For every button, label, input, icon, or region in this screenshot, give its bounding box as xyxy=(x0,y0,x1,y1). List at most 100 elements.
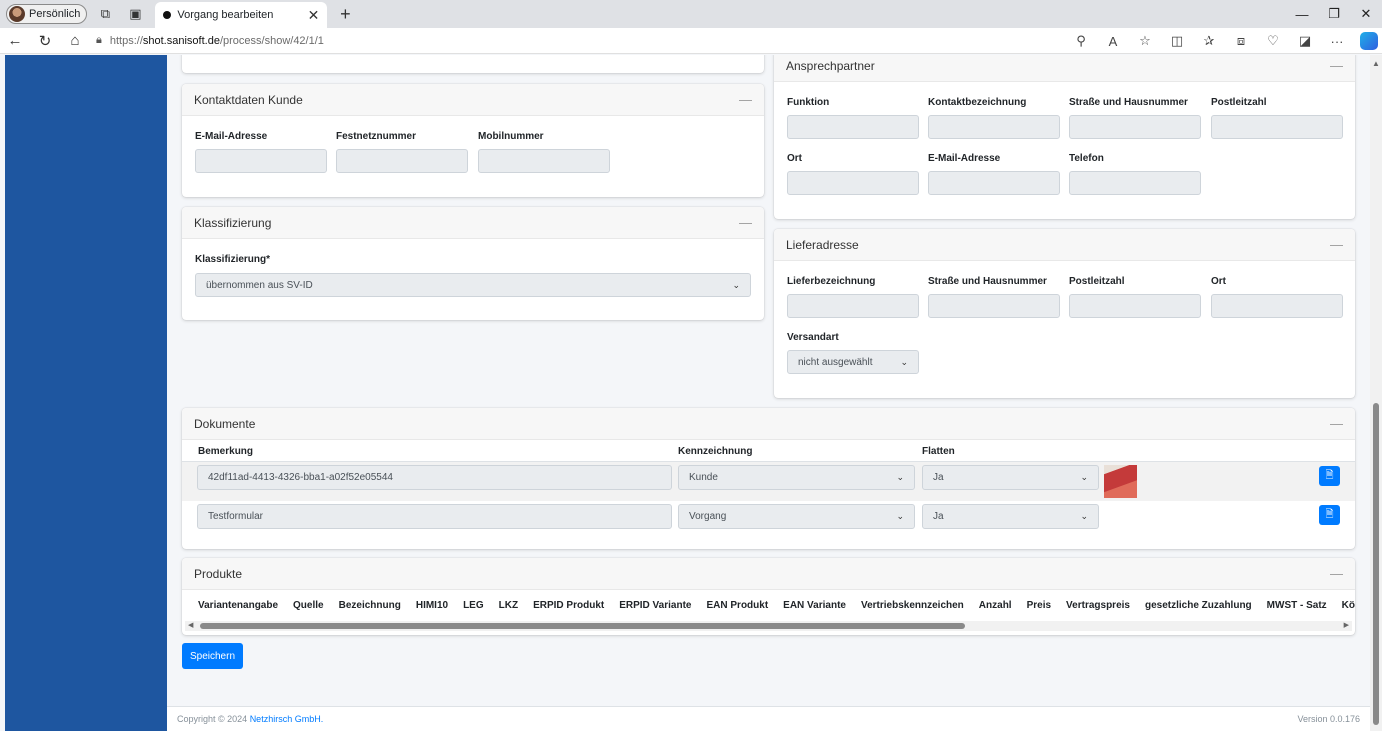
profile-button[interactable]: Persönlich xyxy=(6,4,88,24)
document-icon: 🗎 xyxy=(1325,469,1334,481)
flatten-value: Ja xyxy=(933,511,944,522)
close-window-icon[interactable]: ✕ xyxy=(1350,0,1382,28)
reload-icon[interactable]: ↻ xyxy=(30,32,60,50)
remark-field[interactable]: Testformular xyxy=(197,504,672,529)
restore-icon[interactable]: ❐ xyxy=(1318,0,1350,28)
street-field[interactable] xyxy=(1069,115,1201,139)
horizontal-scrollbar[interactable]: ◀ ▶ xyxy=(185,621,1352,631)
card-products: Produkte — Variantenangabe Quelle Bezeichn… xyxy=(182,558,1355,635)
favorite-star-icon[interactable]: ☆ xyxy=(1130,33,1160,49)
favorites-icon[interactable]: ✰ xyxy=(1194,33,1224,49)
label-phone: Telefon xyxy=(1069,153,1104,164)
products-column-header: Anzahl xyxy=(978,600,1012,611)
card-header: Ansprechpartner — xyxy=(774,55,1355,82)
products-column-header: gesetzliche Zuzahlung xyxy=(1144,600,1252,611)
collapse-icon[interactable]: — xyxy=(1330,416,1343,431)
card-header: Produkte — xyxy=(182,558,1355,590)
delivery-name-field[interactable] xyxy=(787,294,919,318)
minimize-icon[interactable]: — xyxy=(1286,0,1318,28)
scroll-up-icon[interactable]: ▲ xyxy=(1372,59,1380,68)
postcode-field[interactable] xyxy=(1069,294,1201,318)
read-aloud-icon[interactable]: A xyxy=(1098,34,1128,49)
back-icon[interactable]: ← xyxy=(0,32,30,49)
version-label: Version 0.0.176 xyxy=(1297,714,1360,724)
products-column-header: LKZ xyxy=(498,600,519,611)
collapse-icon[interactable]: — xyxy=(739,215,752,230)
profile-label: Persönlich xyxy=(29,8,81,20)
new-tab-icon[interactable]: + xyxy=(333,4,357,25)
scrollbar-thumb[interactable] xyxy=(1373,403,1379,725)
scroll-left-icon[interactable]: ◀ xyxy=(188,621,193,629)
vertical-scrollbar[interactable]: ▲ xyxy=(1370,55,1382,731)
close-tab-icon[interactable]: ✕ xyxy=(308,7,320,24)
collapse-icon[interactable]: — xyxy=(739,92,752,107)
classification-value: übernommen aus SV-ID xyxy=(206,279,313,291)
function-field[interactable] xyxy=(787,115,919,139)
flatten-select[interactable]: Ja ⌄ xyxy=(922,465,1099,490)
mobile-field[interactable] xyxy=(478,149,610,173)
document-icon: 🗎 xyxy=(1325,508,1334,520)
label-mobile: Mobilnummer xyxy=(478,131,544,142)
products-column-header: ERPID Produkt xyxy=(533,600,605,611)
email-field[interactable] xyxy=(195,149,327,173)
card-contact-customer: Kontaktdaten Kunde — E-Mail-Adresse Fest… xyxy=(182,84,764,197)
flatten-select[interactable]: Ja ⌄ xyxy=(922,504,1099,529)
browser-tab-active[interactable]: Vorgang bearbeiten ✕ xyxy=(155,2,328,28)
marking-select[interactable]: Vorgang ⌄ xyxy=(678,504,915,529)
extension-icon[interactable]: ◪ xyxy=(1290,33,1320,49)
products-column-header: HIMI10 xyxy=(415,600,449,611)
remark-field[interactable]: 42df11ad-4413-4326-bba1-a02f52e05544 xyxy=(197,465,672,490)
tab-title: Vorgang bearbeiten xyxy=(177,9,274,21)
url-prefix: https:// xyxy=(109,34,143,47)
postcode-field[interactable] xyxy=(1211,115,1343,139)
scroll-right-icon[interactable]: ▶ xyxy=(1344,621,1349,629)
marking-value: Vorgang xyxy=(689,511,727,522)
tab-actions-icon[interactable]: ▣ xyxy=(123,2,147,26)
products-column-header: Quelle xyxy=(293,600,324,611)
open-document-button[interactable]: 🗎 xyxy=(1319,505,1340,525)
window-controls: — ❐ ✕ xyxy=(1286,0,1382,28)
shipping-select[interactable]: nicht ausgewählt ⌄ xyxy=(787,350,919,374)
email-field[interactable] xyxy=(928,171,1060,195)
card-documents: Dokumente — Bemerkung Kennzeichnung Flat… xyxy=(182,408,1355,549)
landline-field[interactable] xyxy=(336,149,468,173)
home-icon[interactable]: ⌂ xyxy=(60,32,90,49)
contact-name-field[interactable] xyxy=(928,115,1060,139)
card-header: Lieferadresse — xyxy=(774,229,1355,261)
collections-icon[interactable]: ⧈ xyxy=(1226,33,1256,49)
card-title: Produkte xyxy=(194,566,243,581)
browser-tabbar: Persönlich ⧉ ▣ Vorgang bearbeiten ✕ + — … xyxy=(0,0,1382,28)
save-button[interactable]: Speichern xyxy=(182,643,243,669)
toolbar-icons: ⚲ A ☆ ◫ ✰ ⧈ ♡ ◪ ··· xyxy=(1066,28,1378,54)
split-screen-icon[interactable]: ◫ xyxy=(1162,33,1192,49)
collapse-icon[interactable]: — xyxy=(1330,566,1343,581)
main-content: Kontaktdaten Kunde — E-Mail-Adresse Fest… xyxy=(167,55,1370,731)
label-city: Ort xyxy=(787,153,802,164)
browser-essentials-icon[interactable]: ♡ xyxy=(1258,33,1288,49)
collapse-icon[interactable]: — xyxy=(1330,58,1343,73)
url-field[interactable]: 🔒︎ https://shot.sanisoft.de/process/show… xyxy=(96,34,324,47)
open-document-button[interactable]: 🗎 xyxy=(1319,466,1340,486)
marking-select[interactable]: Kunde ⌄ xyxy=(678,465,915,490)
products-column-header: EAN Produkt xyxy=(706,600,769,611)
column-remark: Bemerkung xyxy=(198,446,254,457)
copilot-icon[interactable] xyxy=(1360,32,1378,50)
label-city: Ort xyxy=(1211,276,1226,287)
scrollbar-thumb[interactable] xyxy=(200,623,965,629)
products-column-header: Preis xyxy=(1026,600,1052,611)
chevron-down-icon: ⌄ xyxy=(896,511,904,521)
company-link[interactable]: Netzhirsch GmbH. xyxy=(250,714,324,724)
collapse-icon[interactable]: — xyxy=(1330,237,1343,252)
document-thumbnail[interactable] xyxy=(1104,465,1137,498)
city-field[interactable] xyxy=(1211,294,1343,318)
more-icon[interactable]: ··· xyxy=(1322,34,1352,49)
phone-field[interactable] xyxy=(1069,171,1201,195)
column-flatten: Flatten xyxy=(922,446,955,457)
street-field[interactable] xyxy=(928,294,1060,318)
zoom-icon[interactable]: ⚲ xyxy=(1066,33,1096,49)
workspaces-icon[interactable]: ⧉ xyxy=(93,2,117,26)
city-field[interactable] xyxy=(787,171,919,195)
label-landline: Festnetznummer xyxy=(336,131,417,142)
classification-select[interactable]: übernommen aus SV-ID ⌄ xyxy=(195,273,751,297)
site-info-icon[interactable]: 🔒︎ xyxy=(96,34,102,47)
